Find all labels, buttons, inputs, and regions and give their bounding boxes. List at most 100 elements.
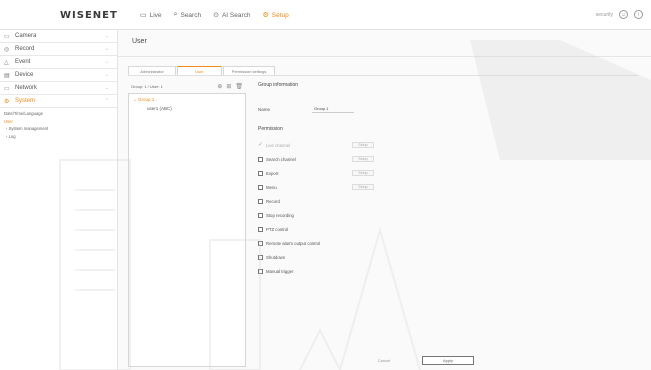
- sidebar-item-device[interactable]: ▤ Device ⌄: [0, 69, 117, 82]
- permission-label: Shutdown: [266, 255, 286, 261]
- top-bar: WISENET ▭ Live ⌕ Search ⊙ AI Search ⚙ Se…: [0, 0, 651, 30]
- sub-item-user[interactable]: User: [2, 118, 117, 126]
- group-info-form: Group information Name Group 1 Permissio…: [258, 82, 638, 275]
- main-content: User Administrator User Permission setti…: [118, 30, 651, 370]
- device-icon: ▤: [4, 72, 10, 79]
- tree-header: Group: 1 / User: 1 ⊕ ⊞ 🗑: [128, 82, 246, 91]
- tree-group-label: Group 1: [138, 97, 155, 102]
- gear-icon: ⚙: [4, 98, 10, 105]
- name-row: Name Group 1: [258, 106, 354, 113]
- tree-count: Group: 1 / User: 1: [131, 84, 163, 89]
- system-sub-menu: Date/Time/Language User › System managem…: [0, 108, 117, 140]
- check-icon: ✓: [258, 141, 264, 148]
- tab-permission-settings[interactable]: Permission settings: [223, 66, 275, 75]
- sidebar-item-label: System: [15, 98, 36, 104]
- tab-underline: [128, 75, 638, 76]
- record-icon: ◎: [4, 46, 10, 53]
- sub-item-label: Log: [8, 133, 16, 139]
- permission-row: Remote alarm output control: [258, 237, 398, 251]
- nav-search-label: Search: [180, 11, 202, 19]
- nav-ai-search[interactable]: ⊙ AI Search: [213, 11, 250, 20]
- nav-live[interactable]: ▭ Live: [140, 11, 162, 20]
- chevron-right-icon: ›: [6, 126, 8, 131]
- permission-row: Stop recording: [258, 208, 398, 222]
- top-right-area: security ☺ i: [596, 10, 643, 19]
- cancel-button[interactable]: Cancel: [358, 356, 410, 365]
- permission-checkbox[interactable]: [258, 213, 263, 219]
- name-field[interactable]: Group 1: [312, 106, 354, 113]
- chevron-down-icon: ⌄: [104, 59, 109, 65]
- permission-label: Search channel: [266, 156, 296, 162]
- nav-live-label: Live: [149, 11, 162, 19]
- nav-search[interactable]: ⌕ Search: [174, 11, 202, 19]
- chevron-down-icon: ⌄: [104, 33, 109, 39]
- setup-button[interactable]: Setup: [352, 169, 374, 176]
- permission-label: Remote alarm output control: [266, 241, 321, 247]
- permission-row: ✓ Live channel Setup: [258, 138, 398, 152]
- network-icon: ▭: [4, 85, 10, 92]
- permission-label: Export: [266, 170, 279, 176]
- wisenet-logo: WISENET: [60, 10, 118, 21]
- monitor-icon: ▭: [140, 12, 147, 19]
- user-icon[interactable]: ☺: [619, 10, 628, 19]
- top-nav: ▭ Live ⌕ Search ⊙ AI Search ⚙ Setup: [140, 11, 289, 19]
- sidebar-item-label: Event: [15, 59, 31, 65]
- permission-checkbox[interactable]: [258, 156, 263, 162]
- ai-search-icon: ⊙: [213, 12, 219, 19]
- add-user-icon[interactable]: ⊞: [226, 83, 231, 90]
- permission-checkbox[interactable]: [258, 170, 263, 176]
- permission-row: Manual trigger: [258, 265, 398, 279]
- sidebar-item-record[interactable]: ◎ Record ⌄: [0, 43, 117, 56]
- permission-label: Live channel: [266, 142, 291, 148]
- sub-item-date-time-language[interactable]: Date/Time/Language: [2, 110, 117, 118]
- info-icon[interactable]: i: [634, 10, 643, 19]
- apply-button[interactable]: Apply: [422, 356, 474, 365]
- chevron-right-icon: ›: [6, 133, 8, 139]
- permission-label: Record: [266, 198, 280, 204]
- tree-tools: ⊕ ⊞ 🗑: [217, 83, 243, 90]
- sub-item-label: System management: [8, 126, 49, 131]
- sub-item-system-management[interactable]: › System management: [2, 125, 117, 133]
- tree-group-item[interactable]: ⌄ Group 1: [129, 94, 245, 103]
- permission-row: Shutdown: [258, 251, 398, 265]
- permission-label: Menu: [266, 184, 277, 190]
- user-tree: ⌄ Group 1 user1 (ABC): [128, 93, 246, 367]
- nav-setup[interactable]: ⚙ Setup: [262, 11, 289, 20]
- gear-icon: ⚙: [262, 12, 269, 19]
- bell-icon: △: [4, 59, 9, 66]
- sidebar-item-camera[interactable]: ▭ Camera ⌄: [0, 30, 117, 43]
- trash-icon[interactable]: 🗑: [235, 83, 243, 90]
- setup-button[interactable]: Setup: [352, 141, 374, 148]
- permission-row: Search channel Setup: [258, 152, 398, 166]
- sidebar-item-system[interactable]: ⚙ System ⌃: [0, 95, 117, 108]
- tree-user-item[interactable]: user1 (ABC): [129, 103, 245, 111]
- permission-list: ✓ Live channel Setup Search channel Setu…: [258, 138, 398, 279]
- sidebar-item-label: Network: [15, 85, 38, 91]
- permission-label: PTZ control: [266, 227, 289, 233]
- group-info-title: Group information: [258, 82, 299, 88]
- footer-buttons: Cancel Apply: [358, 356, 474, 365]
- tab-administrator[interactable]: Administrator: [128, 66, 176, 75]
- camera-icon: ▭: [4, 33, 10, 40]
- permission-row: PTZ control: [258, 223, 398, 237]
- permission-label: Manual trigger: [266, 269, 294, 275]
- setup-button[interactable]: Setup: [352, 155, 374, 162]
- sidebar-item-label: Record: [15, 46, 35, 52]
- permission-checkbox[interactable]: [258, 269, 263, 275]
- sidebar-item-network[interactable]: ▭ Network ⌄: [0, 82, 117, 95]
- permission-checkbox[interactable]: [258, 198, 263, 204]
- user-tree-panel: Group: 1 / User: 1 ⊕ ⊞ 🗑 ⌄ Group 1 user1…: [128, 82, 246, 367]
- permission-checkbox[interactable]: [258, 227, 263, 233]
- permission-checkbox[interactable]: [258, 184, 263, 190]
- setup-button[interactable]: Setup: [352, 183, 374, 190]
- permission-checkbox[interactable]: [258, 241, 263, 247]
- permission-title: Permission: [258, 126, 283, 132]
- tab-user[interactable]: User: [177, 66, 222, 75]
- sub-item-log[interactable]: › Log: [2, 133, 117, 141]
- add-group-icon[interactable]: ⊕: [217, 83, 222, 90]
- tab-bar: Administrator User Permission settings: [128, 66, 276, 75]
- sidebar-item-event[interactable]: △ Event ⌄: [0, 56, 117, 69]
- permission-label: Stop recording: [266, 213, 294, 219]
- permission-checkbox[interactable]: [258, 255, 263, 261]
- sidebar: ▭ Camera ⌄ ◎ Record ⌄ △ Event ⌄ ▤ Device…: [0, 30, 118, 370]
